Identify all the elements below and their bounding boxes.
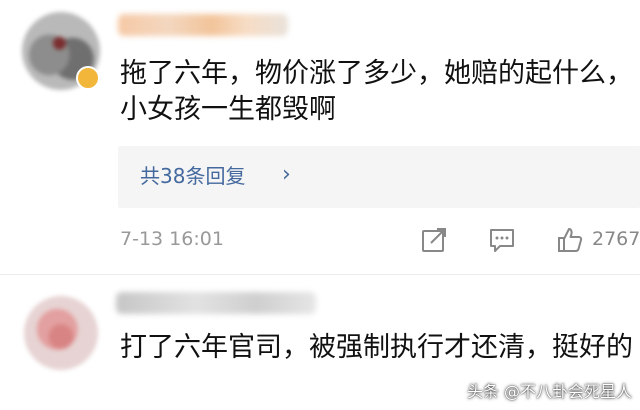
watermark: 头条 @不八卦会死星人: [466, 382, 632, 401]
comment-text: 拖了六年，物价涨了多少，她赔的起什么，小女孩一生都毁啊: [120, 58, 633, 125]
comment-meta-row: 7-13 16:01 2767: [0, 222, 640, 262]
avatar[interactable]: [24, 296, 98, 370]
like-count: 2767: [592, 228, 640, 250]
username-blurred[interactable]: [116, 292, 316, 314]
comment-text: 打了六年官司，被强制执行才还清，挺好的: [120, 332, 633, 363]
replies-link-label: 共38条回复: [140, 164, 246, 188]
comment-icon[interactable]: [488, 226, 516, 254]
chevron-right-icon: ›: [282, 162, 291, 187]
username-blurred[interactable]: [118, 14, 288, 36]
replies-button[interactable]: 共38条回复 ›: [118, 146, 640, 208]
divider: [0, 274, 640, 275]
verified-badge-icon: [76, 66, 100, 90]
share-icon[interactable]: [420, 226, 448, 254]
thumbs-up-icon[interactable]: [556, 226, 584, 254]
timestamp: 7-13 16:01: [120, 228, 224, 250]
